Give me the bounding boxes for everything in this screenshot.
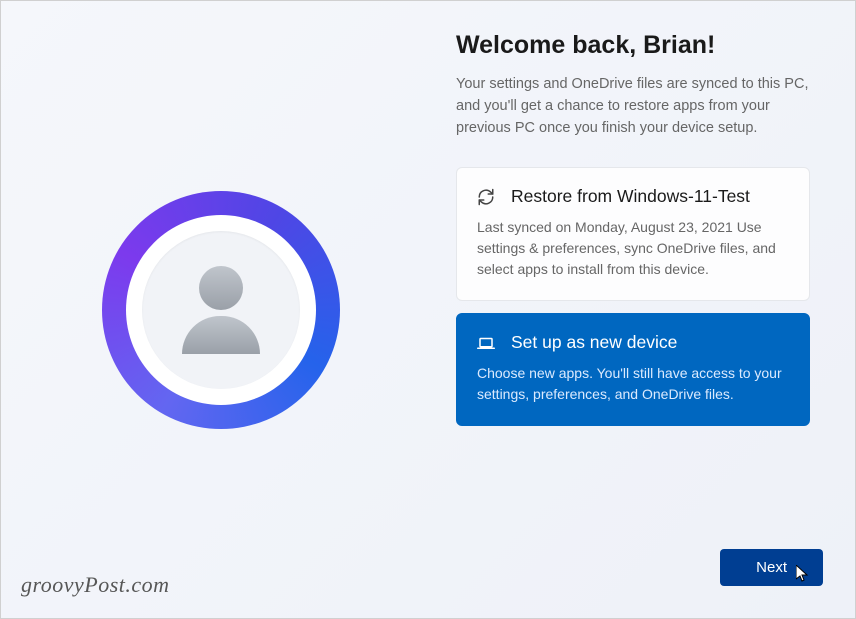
illustration-panel — [1, 1, 441, 618]
avatar-ring — [102, 191, 340, 429]
person-icon — [182, 266, 260, 354]
sync-icon — [477, 188, 495, 206]
watermark: groovyPost.com — [21, 572, 170, 598]
option-restore[interactable]: Restore from Windows-11-Test Last synced… — [456, 167, 810, 301]
avatar-circle — [142, 231, 300, 389]
next-button[interactable]: Next — [720, 549, 823, 586]
option-new-device-desc: Choose new apps. You'll still have acces… — [477, 363, 789, 405]
device-icon — [477, 334, 495, 352]
page-title: Welcome back, Brian! — [456, 31, 810, 60]
option-restore-desc: Last synced on Monday, August 23, 2021 U… — [477, 217, 789, 280]
option-restore-title: Restore from Windows-11-Test — [511, 186, 750, 207]
content-panel: Welcome back, Brian! Your settings and O… — [441, 1, 855, 618]
page-subtitle: Your settings and OneDrive files are syn… — [456, 74, 810, 139]
option-new-device[interactable]: Set up as new device Choose new apps. Yo… — [456, 313, 810, 426]
avatar-inner-ring — [126, 215, 316, 405]
option-new-device-title: Set up as new device — [511, 332, 677, 353]
